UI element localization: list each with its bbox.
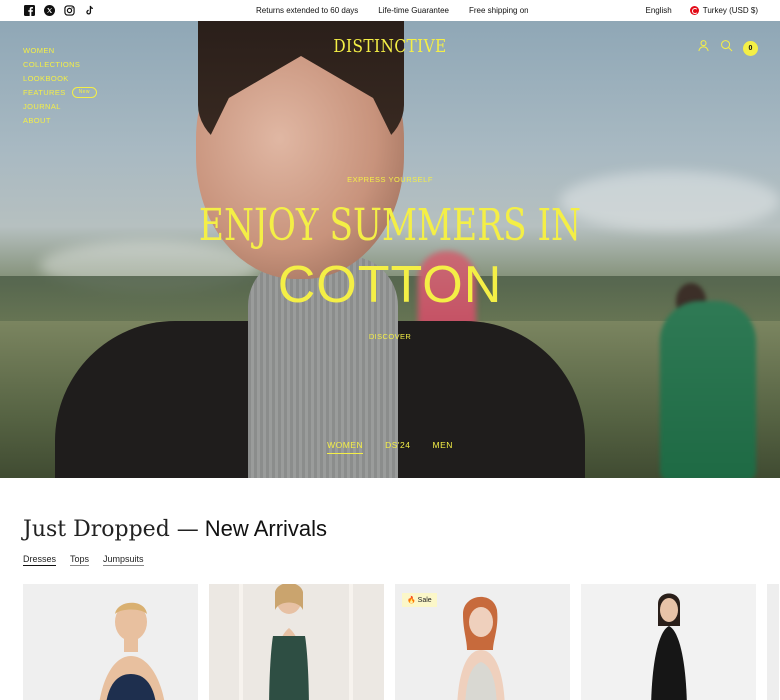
- nav-lookbook[interactable]: LOOKBOOK: [23, 73, 97, 84]
- tab-jumpsuits[interactable]: Jumpsuits: [103, 554, 144, 566]
- product-grid: 🔥 Sale: [23, 584, 779, 700]
- locale-selectors: English Turkey (USD $): [645, 5, 758, 16]
- turkey-flag-icon: [689, 6, 699, 16]
- product-image: [651, 593, 687, 700]
- header-actions: 0: [697, 39, 758, 57]
- section-heading: Just Dropped — New Arrivals: [23, 516, 327, 542]
- product-image: [239, 584, 353, 700]
- nav-about[interactable]: ABOUT: [23, 115, 97, 126]
- hero-slide-tabs: WOMEN DS'24 MEN: [0, 440, 780, 454]
- hero-tab-men[interactable]: MEN: [433, 440, 453, 454]
- announcement-ticker: Returns extended to 60 days Life-time Gu…: [256, 5, 528, 16]
- tab-dresses[interactable]: Dresses: [23, 554, 57, 566]
- nav-features-label: FEATURES: [23, 88, 66, 97]
- facebook-icon[interactable]: [24, 5, 35, 16]
- hero-tab-ds24[interactable]: DS'24: [385, 440, 410, 454]
- nav-collections[interactable]: COLLECTIONS: [23, 59, 97, 70]
- tiktok-icon[interactable]: [84, 5, 95, 16]
- hero-headline-line2: COTTON: [277, 256, 503, 314]
- hero-headline-line1: ENJOY SUMMERS IN: [198, 200, 582, 251]
- product-image: [457, 596, 505, 700]
- product-card[interactable]: [581, 584, 756, 700]
- announcement-returns: Returns extended to 60 days: [256, 6, 359, 15]
- main-nav: WOMEN COLLECTIONS LOOKBOOK FEATURES New J…: [23, 45, 97, 126]
- product-image: [99, 602, 165, 700]
- language-selector[interactable]: English: [645, 5, 671, 16]
- announcement-guarantee: Life-time Guarantee: [378, 6, 449, 15]
- search-icon[interactable]: [720, 39, 733, 57]
- currency-label: Turkey (USD $): [702, 6, 758, 15]
- category-tabs: Dresses Tops Jumpsuits: [23, 554, 144, 566]
- instagram-icon[interactable]: [64, 5, 75, 16]
- hero-banner: WOMEN COLLECTIONS LOOKBOOK FEATURES New J…: [0, 21, 780, 478]
- product-card[interactable]: [209, 584, 384, 700]
- discover-link[interactable]: DISCOVER: [0, 332, 780, 341]
- section-title-serif: Just Dropped —: [23, 517, 199, 542]
- brand-logo[interactable]: DISTINCTIVE: [59, 36, 722, 57]
- social-links: [24, 5, 95, 16]
- tab-tops[interactable]: Tops: [70, 554, 90, 566]
- new-badge: New: [71, 87, 97, 98]
- announcement-shipping: Free shipping on: [469, 6, 528, 15]
- currency-selector[interactable]: Turkey (USD $): [689, 5, 758, 16]
- announcement-bar: Returns extended to 60 days Life-time Gu…: [0, 0, 780, 21]
- product-card[interactable]: 🔥 Sale: [395, 584, 570, 700]
- x-icon[interactable]: [44, 5, 55, 16]
- section-title-sans: New Arrivals: [204, 516, 328, 541]
- cart-button[interactable]: 0: [743, 40, 758, 56]
- nav-journal[interactable]: JOURNAL: [23, 101, 97, 112]
- product-card-partial[interactable]: [767, 584, 779, 700]
- product-card[interactable]: [23, 584, 198, 700]
- account-icon[interactable]: [697, 39, 710, 57]
- hero-tab-women[interactable]: WOMEN: [327, 440, 364, 454]
- nav-features[interactable]: FEATURES New: [23, 87, 97, 98]
- hero-eyebrow: EXPRESS YOURSELF: [347, 175, 433, 184]
